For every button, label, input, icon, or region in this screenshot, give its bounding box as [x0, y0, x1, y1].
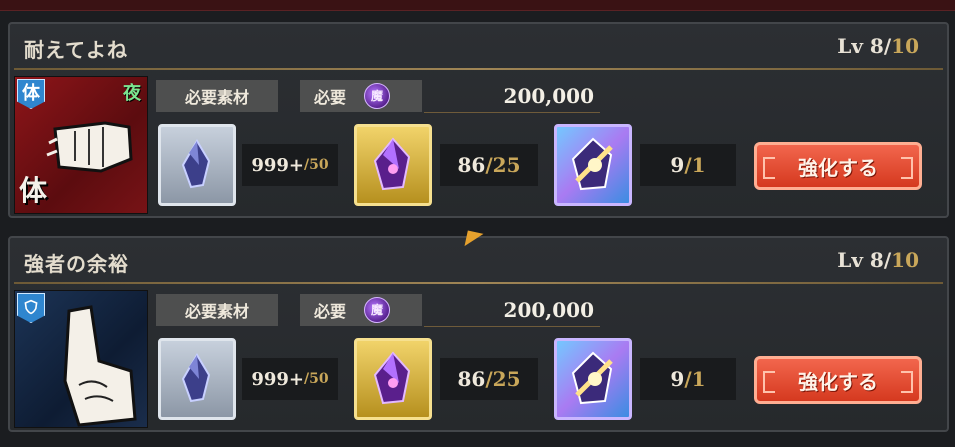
purple-crystal-icon — [373, 137, 411, 191]
rainbow-crystal-icon — [571, 351, 613, 405]
portrait-char: 体 — [19, 174, 48, 207]
material-slot-3[interactable] — [554, 338, 632, 420]
cost-line: 200,000 — [424, 80, 600, 113]
required-materials-label: 必要素材 — [156, 80, 278, 112]
purple-crystal-icon — [373, 351, 411, 405]
required-currency-label: 必要魔 — [300, 80, 422, 112]
material-count-1: 999+/50 — [242, 358, 338, 400]
skill-portrait[interactable]: 体 夜 体 — [14, 76, 148, 214]
cursor-arrow-icon — [464, 230, 484, 250]
material-count-3: 9/1 — [640, 358, 736, 400]
cost-line: 200,000 — [424, 294, 600, 327]
skill-title: 強者の余裕 — [24, 252, 129, 276]
material-slot-1[interactable] — [158, 338, 236, 420]
cost-value: 200,000 — [503, 298, 594, 322]
material-slot-1[interactable] — [158, 124, 236, 206]
material-slot-2[interactable] — [354, 124, 432, 206]
material-count-2: 86/25 — [440, 358, 538, 400]
class-badge: 体 — [17, 79, 45, 109]
top-strip — [0, 0, 955, 11]
cost-value: 200,000 — [503, 84, 594, 108]
rainbow-crystal-icon — [571, 137, 613, 191]
skill-title: 耐えてよね — [24, 38, 128, 62]
material-count-3: 9/1 — [640, 144, 736, 186]
material-slot-2[interactable] — [354, 338, 432, 420]
skill-panel-1: 耐えてよね Lv 8/10 体 夜 体 必要素材 必要魔 200,000 999… — [8, 22, 949, 218]
material-count-2: 86/25 — [440, 144, 538, 186]
material-slot-3[interactable] — [554, 124, 632, 206]
magic-coin-icon: 魔 — [364, 297, 391, 323]
divider — [14, 68, 943, 70]
skill-level: Lv 8/10 — [837, 248, 919, 272]
skill-panel-2: 強者の余裕 Lv 8/10 必要素材 必要魔 200,000 999+/50 8… — [8, 236, 949, 432]
required-currency-label: 必要魔 — [300, 294, 422, 326]
skill-portrait[interactable] — [14, 290, 148, 428]
fist-icon — [46, 121, 133, 173]
divider — [14, 282, 943, 284]
skill-level: Lv 8/10 — [837, 34, 919, 58]
night-tag: 夜 — [123, 83, 141, 104]
enhance-button[interactable]: 強化する — [754, 142, 922, 190]
material-count-1: 999+/50 — [242, 144, 338, 186]
gray-crystal-icon — [181, 353, 211, 403]
gray-crystal-icon — [181, 139, 211, 189]
enhance-button[interactable]: 強化する — [754, 356, 922, 404]
magic-coin-icon: 魔 — [364, 83, 391, 109]
hand-icon — [63, 305, 137, 427]
required-materials-label: 必要素材 — [156, 294, 278, 326]
